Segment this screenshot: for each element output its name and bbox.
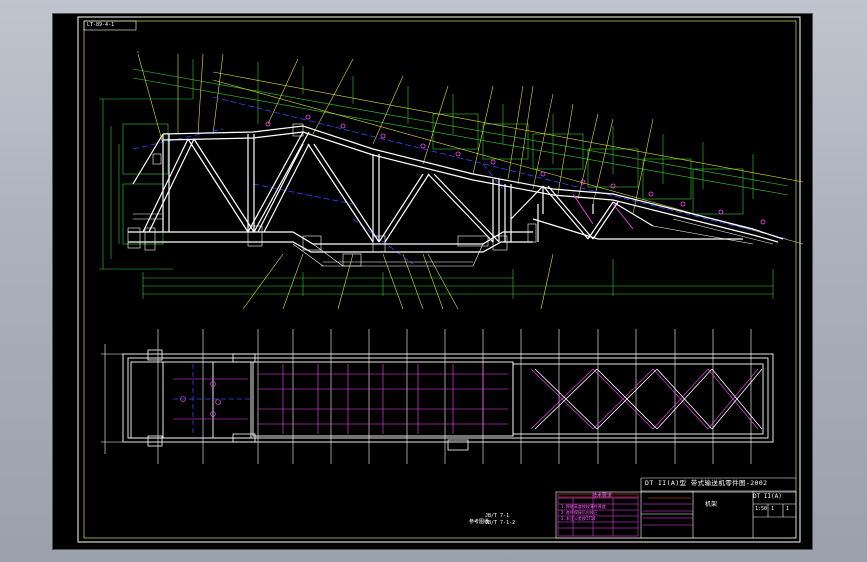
notes-heading: 技术要求 (592, 493, 613, 499)
elevation-view (99, 51, 804, 310)
reference-1: JB/T 7-1 (485, 513, 510, 519)
plan-view (101, 329, 774, 464)
title-block-part-name: 机架 (705, 501, 718, 508)
note-3: 3.未注公差按IT14 (561, 516, 596, 521)
title-block-sheet: 1 (771, 506, 775, 512)
note-1: 1.焊缝高度按较薄件厚度 (561, 504, 606, 509)
outer-frame (77, 16, 801, 543)
title-block-title: DT II(A)型 带式输送机零件图-2002 (645, 479, 768, 487)
title-block-drawing-no: DT II(A) (753, 493, 782, 500)
note-2: 2.各件焊接后应校正 (561, 510, 598, 515)
cad-drawing (77, 16, 804, 543)
drawing-sheet[interactable]: LT-89-4-1 DT II(A)型 带式输送机零件图-2002 DT II(… (53, 14, 812, 549)
reference-2: JB/T 7-1-2 (485, 520, 516, 526)
inner-frame (83, 20, 797, 539)
corner-code: LT-89-4-1 (87, 22, 115, 28)
title-block-scale: 1:50 (755, 506, 768, 512)
title-block-sheets: 1 (786, 506, 790, 512)
